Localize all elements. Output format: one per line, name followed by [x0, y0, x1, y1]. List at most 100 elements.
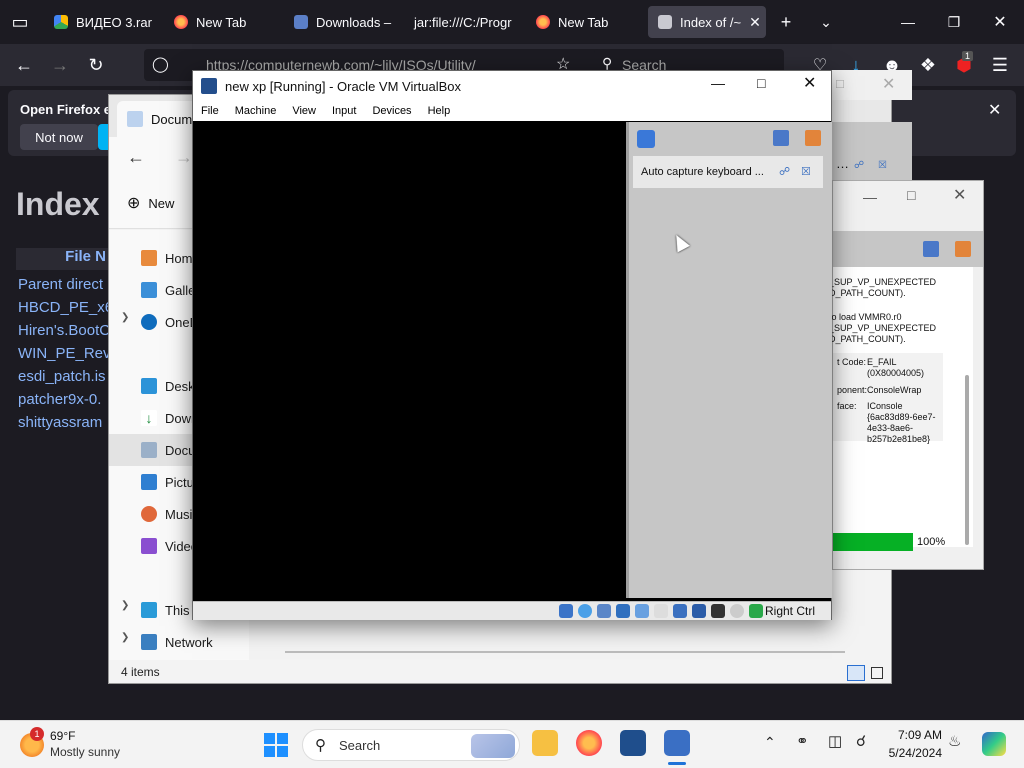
- tiles-view-icon[interactable]: [871, 667, 883, 679]
- minimize-icon[interactable]: —: [892, 6, 924, 38]
- shared-folders-icon[interactable]: [654, 604, 668, 618]
- search-highlight-icon: [471, 734, 515, 758]
- pin-icon[interactable]: ☍: [779, 165, 790, 178]
- sort-icon[interactable]: [923, 241, 939, 257]
- tab-jar-file[interactable]: jar:file:///C:/Progr: [404, 6, 520, 38]
- host-key-icon[interactable]: [749, 604, 763, 618]
- network-off-icon[interactable]: ⚭: [796, 732, 809, 750]
- minimize-icon[interactable]: —: [863, 189, 877, 205]
- not-now-button[interactable]: Not now: [20, 124, 98, 150]
- details-view-icon[interactable]: [847, 665, 865, 681]
- menu-help[interactable]: Help: [420, 105, 459, 117]
- directory-link[interactable]: Hiren's.BootC: [18, 322, 110, 339]
- maximize-icon[interactable]: □: [907, 187, 915, 203]
- plus-circle-icon: ⊕: [127, 195, 141, 212]
- network-icon[interactable]: [616, 604, 630, 618]
- sort-icon[interactable]: [773, 130, 789, 146]
- back-arrow-icon[interactable]: ←: [8, 49, 40, 81]
- weather-desc[interactable]: Mostly sunny: [50, 745, 120, 759]
- restore-icon[interactable]: □: [836, 76, 844, 91]
- vertical-scrollbar[interactable]: [965, 375, 969, 545]
- close-icon[interactable]: ✕: [803, 73, 816, 93]
- directory-link[interactable]: patcher9x-0.: [18, 391, 101, 408]
- volume-muted-icon[interactable]: ☌: [856, 732, 866, 750]
- tab-video-rar[interactable]: ВИДЕО 3.rar: [44, 6, 156, 38]
- clock-time[interactable]: 7:09 AM: [878, 728, 942, 742]
- close-icon[interactable]: ✕: [882, 74, 895, 94]
- hard-disk-icon[interactable]: [559, 604, 573, 618]
- nav-item-label: Docu: [165, 442, 196, 458]
- expand-chevron-icon[interactable]: ❯: [121, 312, 129, 323]
- directory-link[interactable]: esdi_patch.is: [18, 368, 106, 385]
- forward-arrow-icon[interactable]: →: [175, 147, 193, 168]
- close-tab-icon[interactable]: ✕: [749, 14, 761, 31]
- extensions-icon[interactable]: ❖: [912, 49, 944, 81]
- directory-link[interactable]: WIN_PE_Rev: [18, 345, 111, 362]
- menu-machine[interactable]: Machine: [227, 105, 285, 117]
- infobar-close-icon[interactable]: ✕: [988, 100, 1001, 120]
- error-line: D_PATH_COUNT).: [829, 334, 906, 344]
- new-button[interactable]: ⊕ New: [127, 193, 174, 213]
- chevron-down-icon[interactable]: ⌄: [810, 6, 842, 38]
- notification-item[interactable]: Auto capture keyboard ... ☍ ☒: [633, 156, 823, 188]
- tab-index-of[interactable]: Index of /~ ✕: [648, 6, 766, 38]
- detail-value: ConsoleWrap: [867, 385, 922, 395]
- minimize-icon[interactable]: —: [711, 75, 725, 91]
- virtualbox-taskbar-icon[interactable]: [620, 730, 646, 756]
- clear-icon[interactable]: [805, 130, 821, 146]
- tab-list-icon[interactable]: ▭: [4, 6, 36, 38]
- expand-chevron-icon[interactable]: ❯: [121, 632, 129, 643]
- shield-icon[interactable]: ◯: [152, 55, 169, 73]
- weather-temp[interactable]: 69°F: [50, 729, 75, 743]
- menu-devices[interactable]: Devices: [364, 105, 419, 117]
- nav-item-label: Hom: [165, 250, 193, 266]
- restore-icon[interactable]: ❐: [938, 6, 970, 38]
- recording-icon[interactable]: [692, 604, 706, 618]
- file-name-column-header[interactable]: File N: [16, 248, 112, 270]
- document-icon: [127, 111, 143, 127]
- tab-downloads[interactable]: Downloads –: [284, 6, 396, 38]
- notification-bell-icon[interactable]: ♨: [948, 732, 961, 750]
- optical-drive-icon[interactable]: [578, 604, 592, 618]
- forward-arrow-icon[interactable]: →: [44, 49, 76, 81]
- copilot-icon[interactable]: [982, 732, 1006, 756]
- close-notification-icon[interactable]: ☒: [801, 165, 811, 178]
- menu-view[interactable]: View: [284, 105, 324, 117]
- directory-link[interactable]: shittyassram: [18, 414, 102, 431]
- audio-icon[interactable]: [597, 604, 611, 618]
- windows-start-icon[interactable]: [264, 733, 288, 757]
- taskbar-search[interactable]: ⚲ Search: [302, 729, 520, 761]
- file-explorer-taskbar-icon[interactable]: [532, 730, 558, 756]
- menu-file[interactable]: File: [193, 105, 227, 117]
- new-tab-plus-icon[interactable]: +: [770, 6, 802, 38]
- directory-link[interactable]: Parent direct: [18, 276, 103, 293]
- tab-new-tab-2[interactable]: New Tab: [526, 6, 638, 38]
- reload-icon[interactable]: ↻: [80, 49, 112, 81]
- clear-icon[interactable]: [955, 241, 971, 257]
- menu-icon[interactable]: ☰: [984, 49, 1016, 81]
- close-window-icon[interactable]: ✕: [984, 6, 1016, 38]
- mouse-integration-icon[interactable]: [730, 604, 744, 618]
- display-icon[interactable]: [673, 604, 687, 618]
- error-details-table: t Code: E_FAIL (0X80004005) ponent: Cons…: [833, 353, 943, 444]
- notification-icon: [637, 130, 655, 148]
- pin-icon[interactable]: ☍: [854, 160, 864, 171]
- expand-chevron-icon[interactable]: ❯: [121, 600, 129, 611]
- tab-new-tab-1[interactable]: New Tab: [164, 6, 276, 38]
- nav-item-network[interactable]: Network: [141, 626, 241, 658]
- detail-value: IConsole {6ac83d89-6ee7-4e33-8ae6-b257b2…: [867, 401, 936, 444]
- maximize-icon[interactable]: □: [757, 75, 765, 91]
- close-icon[interactable]: ✕: [953, 185, 966, 205]
- clock-date[interactable]: 5/24/2024: [872, 746, 942, 760]
- directory-link[interactable]: HBCD_PE_x6: [18, 299, 113, 316]
- menu-input[interactable]: Input: [324, 105, 364, 117]
- display-icon[interactable]: ◫: [828, 732, 842, 750]
- back-arrow-icon[interactable]: ←: [127, 147, 145, 168]
- close-notification-icon[interactable]: ☒: [878, 160, 887, 171]
- vm-xp-taskbar-icon[interactable]: [664, 730, 690, 756]
- horizontal-scrollbar[interactable]: [285, 651, 845, 653]
- chevron-up-icon[interactable]: ⌃: [764, 734, 776, 751]
- firefox-taskbar-icon[interactable]: [576, 730, 602, 756]
- cpu-icon[interactable]: [711, 604, 725, 618]
- usb-icon[interactable]: [635, 604, 649, 618]
